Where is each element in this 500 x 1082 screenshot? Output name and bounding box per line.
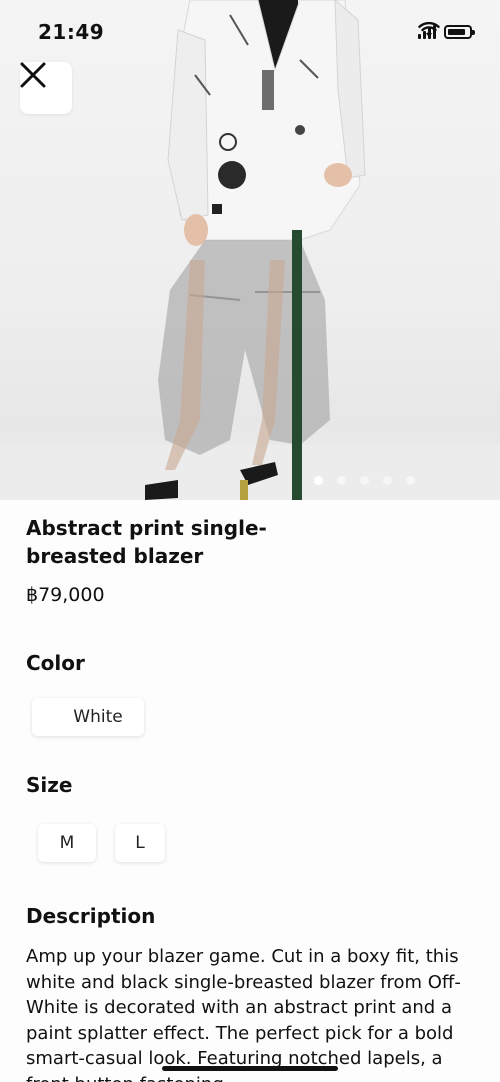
size-option-label: L (135, 833, 145, 853)
pagination-dot[interactable] (360, 476, 369, 485)
size-heading: Size (26, 773, 73, 797)
status-icons (418, 22, 475, 42)
size-option-l[interactable]: L (115, 824, 165, 862)
product-photo (0, 0, 500, 500)
close-button[interactable] (20, 62, 72, 114)
wifi-icon (418, 22, 440, 37)
product-info: Abstract print single-breasted blazer ฿7… (26, 514, 476, 606)
description-text: Amp up your blazer game. Cut in a boxy f… (26, 946, 461, 1082)
status-time: 21:49 (38, 20, 105, 44)
pagination-dot[interactable] (406, 476, 415, 485)
pagination-dot[interactable] (337, 476, 346, 485)
color-option-white[interactable]: White (32, 698, 144, 736)
product-image-gallery[interactable]: 21:49 (0, 0, 500, 500)
color-heading: Color (26, 651, 85, 675)
pagination-dot[interactable] (314, 476, 323, 485)
product-price: ฿79,000 (26, 584, 105, 606)
size-option-m[interactable]: M (38, 824, 96, 862)
close-icon (20, 62, 46, 88)
product-title: Abstract print single-breasted blazer (26, 516, 267, 568)
gallery-pagination-dots[interactable] (314, 476, 415, 485)
size-option-label: M (59, 833, 75, 853)
color-option-label: White (73, 707, 123, 727)
pagination-dot[interactable] (383, 476, 392, 485)
status-bar: 21:49 (0, 0, 500, 62)
description-heading: Description (26, 904, 156, 928)
home-indicator[interactable] (162, 1066, 338, 1071)
battery-icon (444, 25, 475, 39)
